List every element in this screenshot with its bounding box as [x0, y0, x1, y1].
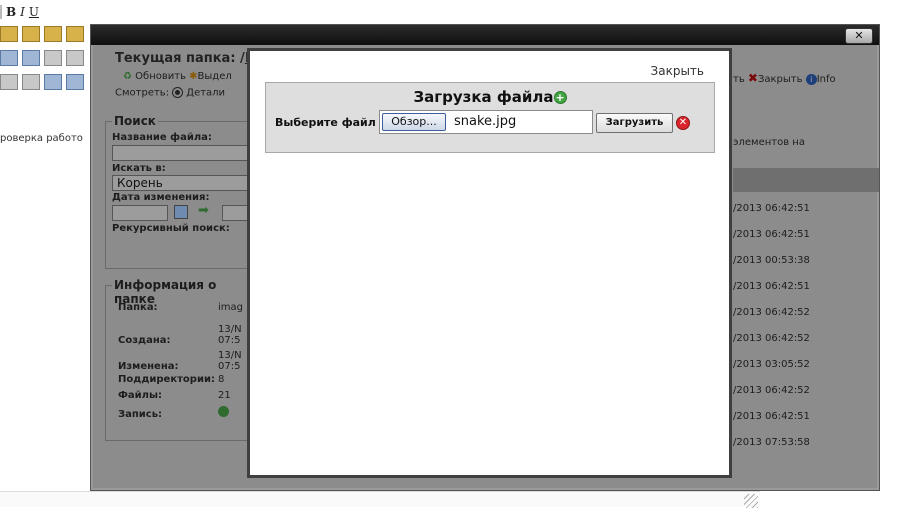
search-fieldset: Поиск Название файла: Искать в: Корень Д…	[105, 114, 255, 269]
upload-modal: Закрыть Загрузка файла + Выберите файл Об…	[247, 48, 732, 478]
upload-title: Загрузка файла +	[266, 88, 714, 106]
current-folder-label: Текущая папка: /	[115, 51, 245, 66]
file-date-row[interactable]: /2013 06:42:51	[733, 411, 810, 422]
editor-status-bar	[0, 491, 760, 507]
editor-toolbar-row-2	[0, 24, 88, 44]
outdent-icon[interactable]	[22, 50, 40, 66]
folder-info-fieldset: Информация о папке Папка: imag Создана:13…	[105, 278, 255, 441]
dialog-titlebar[interactable]: ✕	[91, 25, 879, 45]
file-date-row[interactable]: /2013 06:42:51	[733, 281, 810, 292]
resize-grip-icon[interactable]	[744, 494, 758, 508]
close-icon: ✕	[854, 29, 864, 42]
underline-button[interactable]: U	[29, 5, 39, 19]
file-list-header	[733, 168, 879, 192]
close-x-icon: ✖	[747, 71, 758, 85]
paste-special-icon[interactable]	[66, 26, 84, 42]
remove-file-icon[interactable]: ✕	[676, 116, 690, 130]
view-mode: Смотреть: Детали	[115, 87, 225, 99]
file-input[interactable]: Обзор... snake.jpg	[379, 110, 593, 134]
editor-panel: B I U роверка работо	[0, 0, 100, 513]
list-numbered-icon[interactable]	[66, 50, 84, 66]
current-folder: Текущая папка: /Ко	[115, 51, 262, 66]
elements-per-page-label: элементов на	[733, 137, 805, 148]
upload-button[interactable]: Загрузить	[596, 113, 673, 133]
copy-icon[interactable]	[0, 74, 18, 90]
paste-word-icon[interactable]	[44, 26, 62, 42]
bold-button[interactable]: B	[6, 5, 16, 19]
anchor-icon[interactable]	[44, 74, 62, 90]
editor-toolbar-row-4	[0, 72, 88, 92]
file-date-row[interactable]: /2013 06:42:52	[733, 307, 810, 318]
right-tool-prefix[interactable]: ть	[733, 74, 745, 85]
editor-toolbar-row-3	[0, 48, 88, 68]
date-from-input[interactable]	[112, 205, 168, 221]
date-changed-label: Дата изменения:	[112, 192, 210, 203]
browse-button[interactable]: Обзор...	[382, 113, 446, 131]
paste-text-icon[interactable]	[22, 26, 40, 42]
info-row-files: Файлы: 21	[118, 390, 231, 401]
fm-toolbar: ♻ Обновить ✱Выдел	[123, 71, 232, 82]
editor-content-text[interactable]: роверка работо	[0, 133, 83, 144]
indent-icon[interactable]	[0, 50, 18, 66]
select-button[interactable]: Выдел	[198, 71, 232, 82]
info-row-folder: Папка: imag	[118, 302, 243, 313]
file-name-label: Название файла:	[112, 132, 212, 143]
calendar-icon[interactable]	[174, 205, 188, 219]
view-label: Смотреть:	[115, 87, 170, 99]
refresh-icon: ♻	[123, 71, 132, 82]
info-icon: i	[805, 73, 817, 85]
add-file-icon[interactable]: +	[553, 91, 567, 104]
details-radio[interactable]	[172, 87, 184, 98]
search-in-value: Корень	[117, 176, 163, 190]
dialog-close-button[interactable]: ✕	[845, 28, 873, 44]
choose-file-label: Выберите файл	[275, 116, 376, 129]
cut-icon[interactable]	[22, 74, 40, 90]
modal-close-link[interactable]: Закрыть	[651, 64, 704, 78]
info-row-created: Создана:13/N 07:5	[118, 324, 242, 346]
file-date-row[interactable]: /2013 06:42:51	[733, 203, 810, 214]
font-color-icon[interactable]	[66, 74, 84, 90]
details-label: Детали	[186, 87, 226, 99]
file-date-row[interactable]: /2013 06:42:51	[733, 229, 810, 240]
search-legend: Поиск	[112, 114, 158, 128]
file-date-row[interactable]: /2013 03:05:52	[733, 359, 810, 370]
fm-close-button[interactable]: Закрыть	[758, 74, 803, 85]
file-name-input[interactable]	[112, 145, 252, 161]
italic-button[interactable]: I	[20, 5, 25, 19]
check-icon	[218, 406, 229, 417]
file-list-panel: элементов на /2013 06:42:51 /2013 06:42:…	[733, 105, 879, 448]
upload-panel: Загрузка файла + Выберите файл Обзор... s…	[265, 82, 715, 153]
editor-toolbar-row-1: B I U	[0, 2, 43, 22]
upload-title-text: Загрузка файла	[413, 88, 554, 106]
selected-file-name: snake.jpg	[454, 114, 517, 129]
info-button[interactable]: Info	[817, 74, 836, 85]
list-icon[interactable]	[44, 50, 62, 66]
info-row-modified: Изменена:13/N 07:5	[118, 350, 242, 372]
fm-right-toolbar: ть ✖Закрыть i Info	[733, 71, 836, 85]
file-date-row[interactable]: /2013 07:53:58	[733, 437, 810, 448]
info-row-subdirs: Поддиректории: 8	[118, 374, 225, 385]
arrow-right-icon: ➡	[198, 203, 209, 218]
refresh-button[interactable]: Обновить	[135, 71, 186, 82]
recursive-label: Рекурсивный поиск:	[112, 223, 230, 234]
file-date-row[interactable]: /2013 06:42:52	[733, 333, 810, 344]
select-icon: ✱	[189, 71, 198, 82]
search-in-label: Искать в:	[112, 163, 166, 174]
file-date-row[interactable]: /2013 00:53:38	[733, 255, 810, 266]
file-date-row[interactable]: /2013 06:42:52	[733, 385, 810, 396]
info-row-writable: Запись:	[118, 406, 229, 420]
toolbar-separator	[0, 5, 2, 19]
paste-icon[interactable]	[0, 26, 18, 42]
search-in-select[interactable]: Корень	[112, 175, 252, 191]
